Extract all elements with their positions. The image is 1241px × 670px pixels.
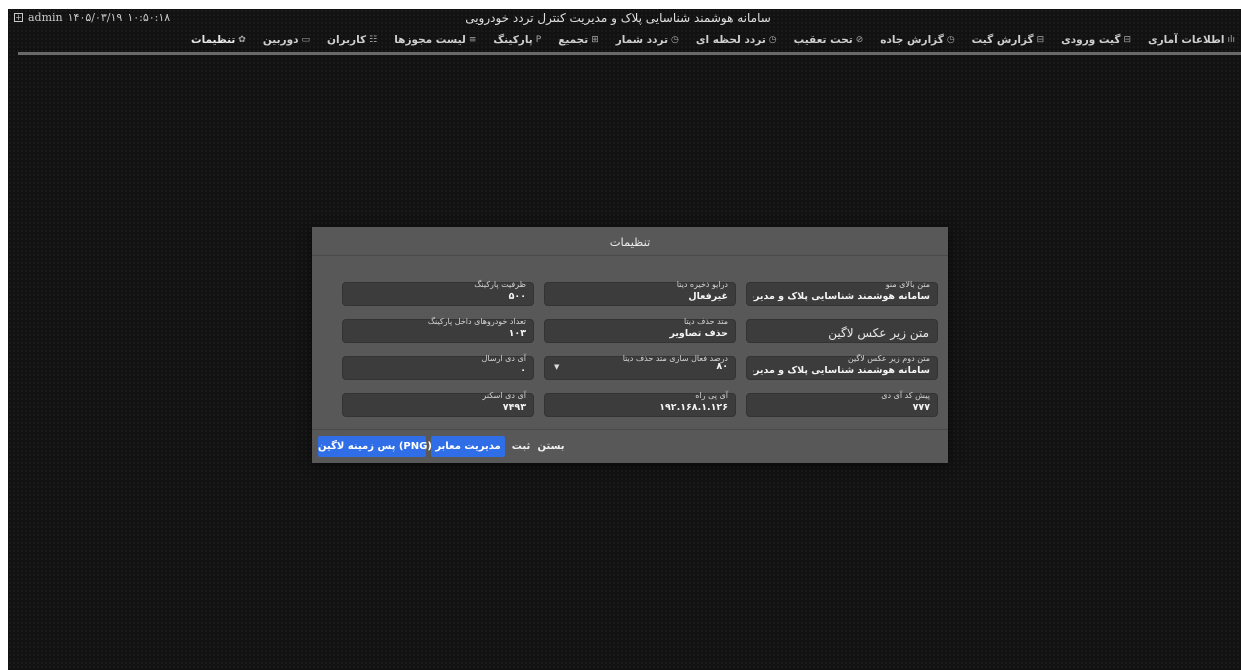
nav-label: کاربران [327, 33, 367, 46]
data-drive-field[interactable]: درایو ذخیره دیتا غیرفعال [544, 280, 736, 306]
main-nav: ılı اطلاعات آماری ⊟ گیت ورودی ⊟ گزارش گی… [8, 27, 1241, 52]
field-value: سامانه هوشمند شناسایی پلاک و مدیریت کنتر… [753, 291, 930, 302]
nav-item-road-report[interactable]: ◷ گزارش جاده [880, 34, 954, 46]
clock-icon: ◷ [768, 34, 777, 45]
nav-label: اطلاعات آماری [1147, 33, 1225, 46]
gate-icon: ⊟ [1123, 34, 1131, 45]
vehicles-inside-field[interactable]: تعداد خودروهای داخل پارکینگ ۱۰۳ [342, 317, 534, 343]
field-label: تعداد خودروهای داخل پارکینگ [427, 317, 526, 326]
list-icon: ≡ [468, 34, 477, 45]
nav-item-wanted[interactable]: ⊘ تحت تعقیب [794, 34, 864, 46]
nav-label: گزارش جاده [880, 33, 944, 46]
nav-label: تردد شمار [615, 33, 669, 46]
system-info: + admin ۱۴۰۵/۰۳/۱۹ ۱۰:۵۰:۱۸ [14, 11, 170, 24]
nav-label: تنظیمات [191, 33, 236, 46]
username: admin [28, 11, 63, 24]
modal-footer: پس زمینه لاگین (PNG) مدیریت معابر ثبت بس… [312, 429, 948, 464]
nav-label: پارکینگ [493, 33, 533, 46]
menu-top-text-field[interactable]: متن بالای منو سامانه هوشمند شناسایی پلاک… [746, 280, 938, 306]
field-placeholder: متن زیر عکس لاگین [828, 326, 929, 340]
delete-activation-percent-select[interactable]: درصد فعال سازی متد حذف دیتا ۸۰ ▼ [544, 354, 736, 380]
send-id-field[interactable]: آی دی ارسال ۰ [342, 354, 534, 380]
field-value: ۸۰ [716, 361, 728, 372]
field-value: حذف تصاویر [669, 328, 728, 339]
nav-label: تردد لحظه ای [695, 33, 766, 46]
nav-label: تجمیع [558, 33, 589, 46]
scanner-id-field[interactable]: آی دی اسکنر ۷۴۹۳ [342, 391, 534, 417]
clock-icon: ◷ [946, 34, 955, 45]
title-bar: + admin ۱۴۰۵/۰۳/۱۹ ۱۰:۵۰:۱۸ سامانه هوشمن… [8, 9, 1241, 27]
close-button[interactable]: بستن [536, 436, 566, 457]
nav-item-permit-list[interactable]: ≡ لیست مجوزها [394, 34, 476, 46]
field-label: ظرفیت پارکینگ [474, 280, 526, 289]
data-delete-method-field[interactable]: متد حذف دیتا حذف تصاویر [544, 317, 736, 343]
nav-item-aggregation[interactable]: ⊞ تجمیع [558, 34, 599, 46]
settings-modal: تنظیمات متن بالای منو سامانه هوشمند شناس… [312, 227, 948, 463]
field-label: درایو ذخیره دیتا [676, 280, 728, 289]
parking-capacity-field[interactable]: ظرفیت پارکینگ ۵۰۰ [342, 280, 534, 306]
login-image-text2-field[interactable]: متن دوم زیر عکس لاگین سامانه هوشمند شناس… [746, 354, 938, 380]
chevron-down-icon[interactable]: ▼ [554, 363, 559, 371]
field-label: متن بالای منو [885, 280, 930, 289]
id-prefix-field[interactable]: پیش کد آی دی ۷۷۷ [746, 391, 938, 417]
nav-label: گیت ورودی [1061, 33, 1121, 46]
field-value: ۷۷۷ [912, 402, 930, 413]
nav-label: دوربین [262, 33, 299, 46]
camera-icon: ▭ [301, 34, 310, 45]
app-title: سامانه هوشمند شناسایی پلاک و مدیریت کنتر… [465, 11, 771, 25]
modal-title: تنظیمات [609, 235, 651, 249]
nav-label: گزارش گیت [971, 33, 1034, 46]
save-button[interactable]: ثبت [509, 436, 533, 457]
rah-ip-field[interactable]: آی پی راه ۱۹۲.۱۶۸.۱.۱۲۶ [544, 391, 736, 417]
field-value: سامانه هوشمند شناسایی پلاک و مدیریت کنتر… [753, 365, 930, 376]
nav-label: لیست مجوزها [394, 33, 466, 46]
time: ۱۰:۵۰:۱۸ [127, 11, 171, 24]
field-label: آی پی راه [695, 391, 728, 400]
wanted-icon: ⊘ [855, 34, 864, 45]
field-value: ۱۰۳ [508, 328, 526, 339]
nav-divider [18, 52, 1241, 55]
nav-item-entry-gate[interactable]: ⊟ گیت ورودی [1061, 34, 1131, 46]
report-icon: ⊟ [1036, 34, 1045, 45]
field-label: پیش کد آی دی [881, 391, 930, 400]
app-screen: + admin ۱۴۰۵/۰۳/۱۹ ۱۰:۵۰:۱۸ سامانه هوشمن… [8, 9, 1241, 670]
gear-icon: ✿ [238, 34, 246, 45]
field-value: ۱۹۲.۱۶۸.۱.۱۲۶ [659, 402, 728, 413]
nav-item-parking[interactable]: P پارکینگ [493, 34, 541, 46]
gateway-management-button[interactable]: مدیریت معابر [431, 436, 505, 457]
expand-icon[interactable]: + [14, 13, 23, 22]
nav-item-live-traffic[interactable]: ◷ تردد لحظه ای [696, 34, 777, 46]
bar-chart-icon: ılı [1227, 34, 1235, 45]
login-image-text-field[interactable]: متن زیر عکس لاگین [746, 319, 938, 343]
field-label: متن دوم زیر عکس لاگین [847, 354, 930, 363]
nav-item-settings[interactable]: ✿ تنظیمات [191, 34, 246, 46]
grid-icon: ⊞ [591, 34, 599, 45]
nav-item-camera[interactable]: ▭ دوربین [263, 34, 310, 46]
field-label: آی دی اسکنر [482, 391, 526, 400]
date: ۱۴۰۵/۰۳/۱۹ [67, 11, 123, 24]
field-label: آی دی ارسال [481, 354, 526, 363]
nav-item-gate-report[interactable]: ⊟ گزارش گیت [972, 34, 1044, 46]
nav-item-traffic-counter[interactable]: ◷ تردد شمار [616, 34, 679, 46]
login-background-button[interactable]: پس زمینه لاگین (PNG) [318, 436, 432, 457]
field-value: غیرفعال [688, 291, 728, 302]
nav-label: تحت تعقیب [793, 33, 853, 46]
field-value: ۷۴۹۳ [502, 402, 526, 413]
parking-icon: P [535, 34, 542, 45]
field-value: ۰ [520, 365, 526, 376]
field-value: ۵۰۰ [508, 291, 526, 302]
nav-item-users[interactable]: ☷ کاربران [327, 34, 377, 46]
clock-icon: ◷ [671, 34, 679, 45]
nav-item-statistics[interactable]: ılı اطلاعات آماری [1148, 34, 1235, 46]
modal-header: تنظیمات [312, 227, 948, 256]
users-icon: ☷ [369, 34, 378, 45]
field-label: متد حذف دیتا [683, 317, 728, 326]
